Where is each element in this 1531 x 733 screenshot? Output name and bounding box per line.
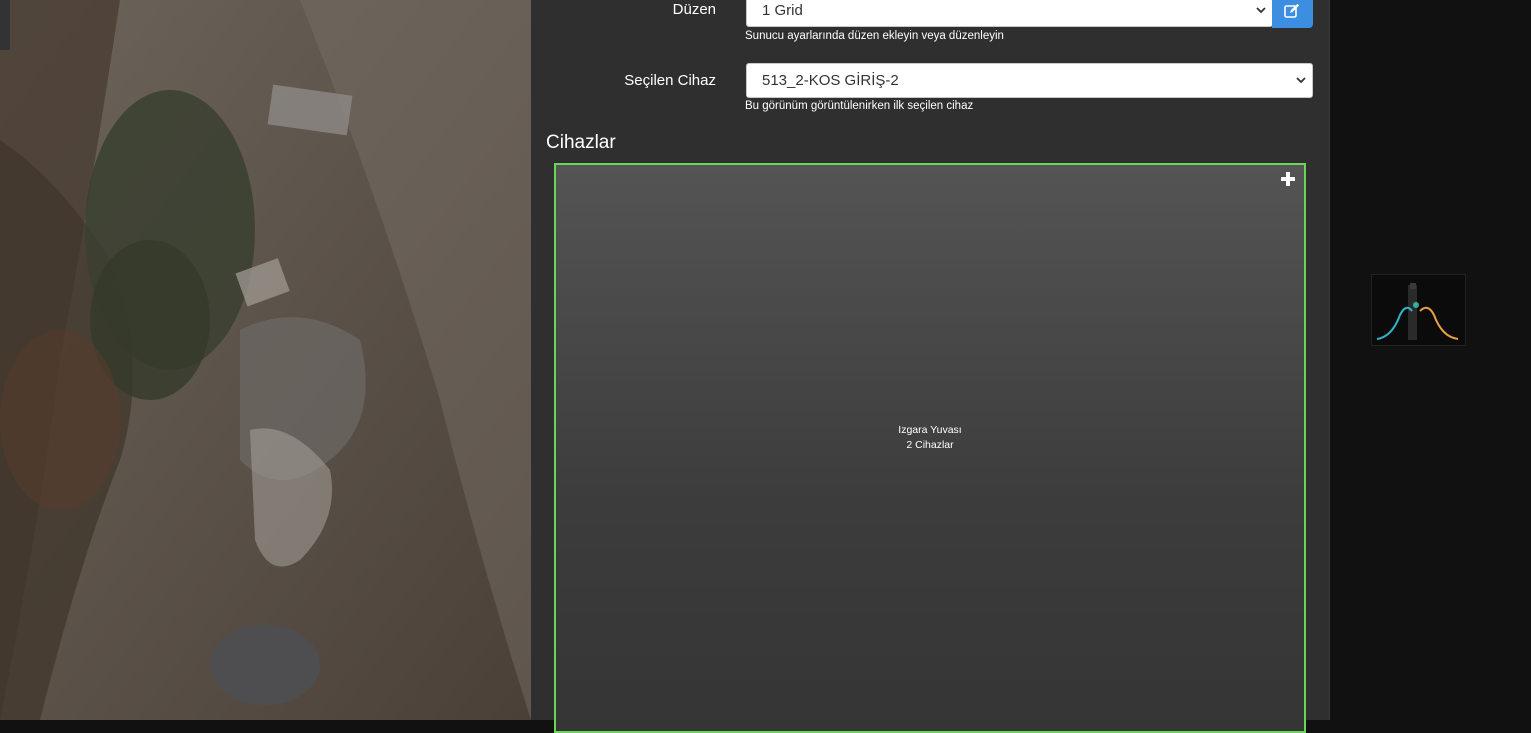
layout-select-value: 1 Grid [762,2,803,19]
layout-help-text: Sunucu ayarlarında düzen ekleyin veya dü… [745,30,1004,42]
camera-feed-background [0,0,531,720]
edit-layout-button[interactable] [1272,0,1313,28]
device-help-text: Bu görünüm görüntülenirken ilk seçilen c… [745,100,974,112]
camera-feed-image [0,0,531,720]
device-select-value: 513_2-KOS GİRİŞ-2 [762,72,899,89]
edit-icon [1284,3,1300,18]
chevron-down-icon [1296,77,1306,84]
device-thumbnail[interactable] [1371,274,1466,346]
grid-slot-count: 2 Cihazlar [906,439,954,451]
plus-icon[interactable] [1280,171,1296,187]
layout-select[interactable]: 1 Grid [746,0,1273,27]
settings-panel: Düzen 1 Grid Sunucu ayarlarında düzen ek… [531,0,1330,733]
grid-slot-caption: Izgara Yuvası 2 Cihazlar [556,423,1304,453]
devices-heading: Cihazlar [546,132,616,153]
device-label: Seçilen Cihaz [624,72,716,89]
device-select[interactable]: 513_2-KOS GİRİŞ-2 [746,63,1313,98]
grid-slot[interactable]: Izgara Yuvası 2 Cihazlar [554,163,1306,733]
thumbnail-image [1376,283,1459,340]
layout-label: Düzen [672,1,716,18]
chevron-down-icon [1256,7,1266,14]
preview-area [1330,0,1531,720]
grid-slot-title: Izgara Yuvası [898,424,962,436]
